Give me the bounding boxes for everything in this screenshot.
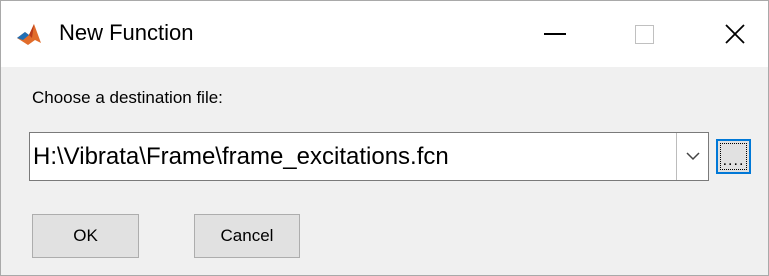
close-button[interactable] — [705, 1, 765, 67]
window-title: New Function — [59, 20, 194, 45]
minimize-icon — [544, 33, 566, 35]
minimize-button[interactable] — [525, 1, 585, 67]
maximize-button[interactable] — [614, 1, 674, 67]
ok-button[interactable]: OK — [32, 214, 139, 258]
new-function-dialog: New Function Choose a destination file: … — [0, 0, 769, 276]
destination-file-input[interactable]: H:\Vibrata\Frame\frame_excitations.fcn — [33, 133, 449, 180]
chevron-down-icon — [685, 152, 700, 161]
matlab-logo-icon — [16, 21, 42, 47]
browse-button-label: .... — [722, 152, 745, 169]
maximize-icon — [634, 24, 654, 44]
title-bar[interactable]: New Function — [1, 1, 768, 67]
dropdown-arrow-button[interactable] — [676, 133, 708, 180]
close-icon — [725, 24, 745, 44]
destination-file-combobox[interactable]: H:\Vibrata\Frame\frame_excitations.fcn — [29, 132, 709, 181]
browse-button[interactable]: .... — [716, 139, 751, 174]
cancel-button[interactable]: Cancel — [194, 214, 300, 258]
destination-prompt-label: Choose a destination file: — [32, 88, 223, 107]
